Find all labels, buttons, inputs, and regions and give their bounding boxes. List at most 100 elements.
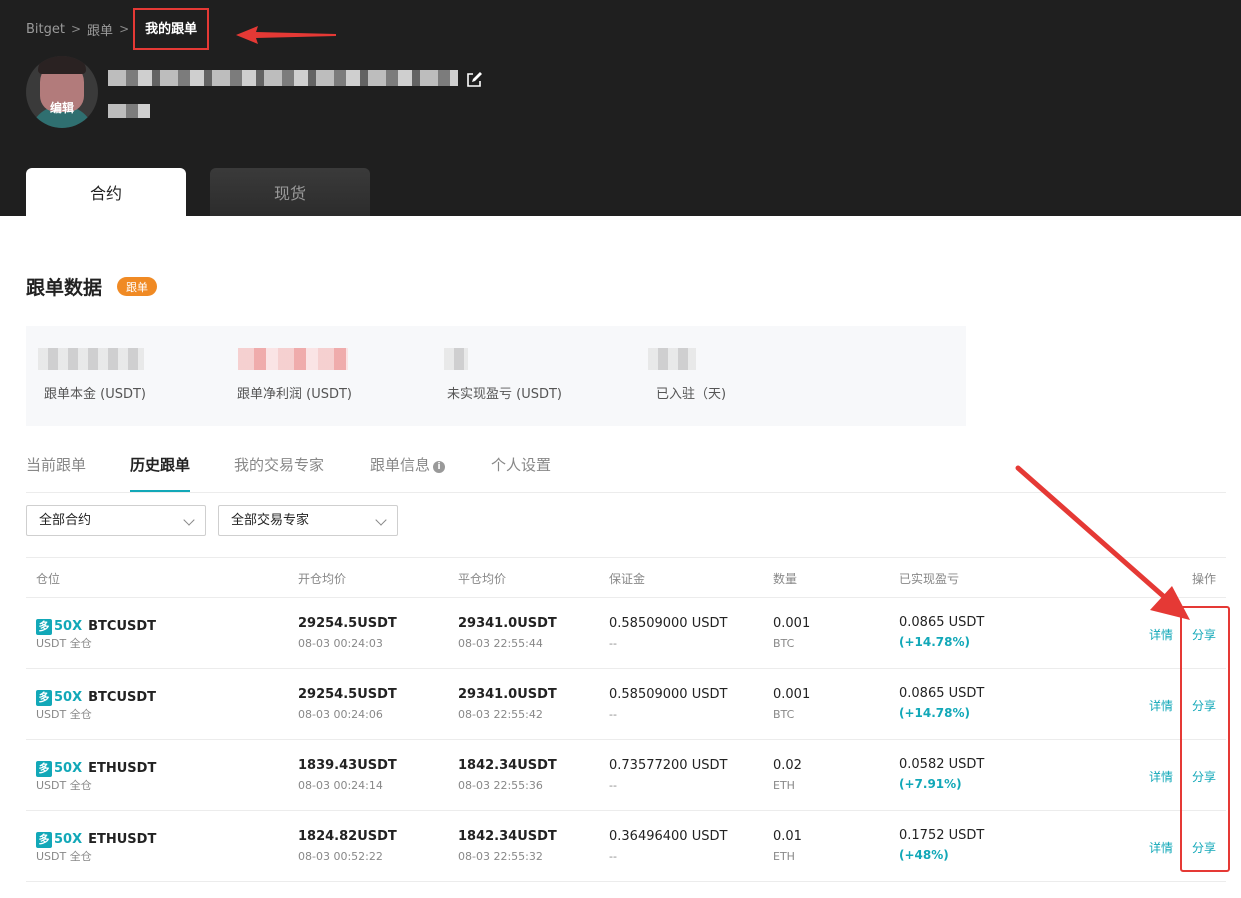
open-price: 29254.5USDT bbox=[298, 616, 397, 631]
redacted-stat-value bbox=[38, 348, 144, 370]
margin-value: 0.36496400 USDT bbox=[609, 829, 728, 844]
breadcrumb: Bitget > 跟单 > 我的跟单 bbox=[26, 8, 210, 50]
margin-sub: -- bbox=[609, 779, 617, 792]
tab-spot[interactable]: 现货 bbox=[210, 168, 370, 216]
open-price: 29254.5USDT bbox=[298, 687, 397, 702]
stats-panel bbox=[26, 326, 966, 426]
detail-link[interactable]: 详情 bbox=[1149, 839, 1173, 856]
quantity: 0.001 bbox=[773, 687, 811, 702]
column-header: 数量 bbox=[773, 572, 798, 586]
column-header: 仓位 bbox=[36, 572, 61, 586]
symbol: BTCUSDT bbox=[88, 619, 157, 634]
tab-copy-info[interactable]: 跟单信息 i bbox=[370, 454, 446, 492]
annotation-arrow-icon bbox=[1015, 465, 1190, 620]
breadcrumb-parent[interactable]: 跟单 bbox=[87, 20, 113, 39]
close-time: 08-03 22:55:36 bbox=[458, 779, 543, 792]
position-cell: 多 50X ETHUSDT bbox=[36, 757, 156, 777]
info-icon: i bbox=[433, 461, 446, 473]
realized-pnl: 0.0582 USDT bbox=[899, 757, 985, 772]
section-title: 跟单数据 bbox=[26, 277, 103, 299]
margin-value: 0.73577200 USDT bbox=[609, 758, 728, 773]
open-price: 1824.82USDT bbox=[298, 829, 397, 844]
margin-mode: USDT 全仓 bbox=[36, 850, 92, 863]
quantity-unit: BTC bbox=[773, 637, 795, 650]
margin-sub: -- bbox=[609, 850, 617, 863]
close-time: 08-03 22:55:44 bbox=[458, 637, 543, 650]
margin-value: 0.58509000 USDT bbox=[609, 687, 728, 702]
close-time: 08-03 22:55:42 bbox=[458, 708, 543, 721]
tab-current-copy[interactable]: 当前跟单 bbox=[26, 454, 86, 492]
column-header: 平仓均价 bbox=[458, 572, 507, 586]
symbol: ETHUSDT bbox=[88, 832, 157, 847]
leverage: 50X bbox=[54, 832, 83, 847]
realized-pnl-percent: (+48%) bbox=[899, 848, 949, 862]
realized-pnl: 0.0865 USDT bbox=[899, 615, 985, 630]
long-tag: 多 bbox=[36, 832, 52, 848]
close-price: 29341.0USDT bbox=[458, 687, 557, 702]
realized-pnl-percent: (+7.91%) bbox=[899, 777, 962, 791]
quantity: 0.02 bbox=[773, 758, 802, 773]
quantity-unit: ETH bbox=[773, 850, 795, 863]
long-tag: 多 bbox=[36, 761, 52, 777]
leverage: 50X bbox=[54, 619, 83, 634]
leverage: 50X bbox=[54, 690, 83, 705]
column-header: 保证金 bbox=[609, 572, 646, 586]
contract-filter-select[interactable]: 全部合约 bbox=[26, 505, 206, 536]
margin-sub: -- bbox=[609, 708, 617, 721]
open-time: 08-03 00:24:14 bbox=[298, 779, 383, 792]
tab-history-copy[interactable]: 历史跟单 bbox=[130, 454, 191, 492]
stat-label: 跟单本金 (USDT) bbox=[44, 387, 146, 402]
quantity-unit: BTC bbox=[773, 708, 795, 721]
stat-label: 跟单净利润 (USDT) bbox=[237, 387, 352, 402]
open-time: 08-03 00:52:22 bbox=[298, 850, 383, 863]
open-time: 08-03 00:24:06 bbox=[298, 708, 383, 721]
close-price: 1842.34USDT bbox=[458, 829, 557, 844]
close-price: 29341.0USDT bbox=[458, 616, 557, 631]
column-header: 开仓均价 bbox=[298, 572, 347, 586]
tab-contract[interactable]: 合约 bbox=[26, 168, 186, 216]
redacted-user-id bbox=[108, 104, 150, 118]
redacted-stat-value bbox=[444, 348, 468, 370]
breadcrumb-home[interactable]: Bitget bbox=[26, 22, 65, 37]
margin-mode: USDT 全仓 bbox=[36, 708, 92, 721]
annotation-arrow-icon bbox=[236, 26, 336, 44]
stat-label: 已入驻（天) bbox=[656, 387, 727, 402]
chevron-down-icon bbox=[183, 514, 195, 526]
realized-pnl: 0.0865 USDT bbox=[899, 686, 985, 701]
tab-personal-settings[interactable]: 个人设置 bbox=[491, 454, 551, 492]
tab-my-experts[interactable]: 我的交易专家 bbox=[234, 454, 324, 492]
margin-sub: -- bbox=[609, 637, 617, 650]
avatar[interactable]: 编辑 bbox=[26, 56, 98, 128]
stat-label: 未实现盈亏 (USDT) bbox=[447, 387, 562, 402]
breadcrumb-current: 我的跟单 bbox=[133, 8, 210, 50]
margin-mode: USDT 全仓 bbox=[36, 779, 92, 792]
detail-link[interactable]: 详情 bbox=[1149, 768, 1173, 785]
copy-badge: 跟单 bbox=[117, 277, 157, 296]
chevron-right-icon: > bbox=[70, 22, 82, 36]
close-price: 1842.34USDT bbox=[458, 758, 557, 773]
realized-pnl-percent: (+14.78%) bbox=[899, 635, 971, 649]
detail-link[interactable]: 详情 bbox=[1149, 697, 1173, 714]
close-time: 08-03 22:55:32 bbox=[458, 850, 543, 863]
redacted-username bbox=[108, 70, 458, 86]
expert-filter-select[interactable]: 全部交易专家 bbox=[218, 505, 398, 536]
long-tag: 多 bbox=[36, 690, 52, 706]
avatar-edit-label: 编辑 bbox=[49, 101, 74, 115]
chevron-down-icon bbox=[375, 514, 387, 526]
realized-pnl-percent: (+14.78%) bbox=[899, 706, 971, 720]
margin-mode: USDT 全仓 bbox=[36, 637, 92, 650]
position-cell: 多 50X ETHUSDT bbox=[36, 828, 156, 848]
position-cell: 多 50X BTCUSDT bbox=[36, 686, 156, 706]
edit-icon[interactable] bbox=[466, 72, 482, 88]
long-tag: 多 bbox=[36, 619, 52, 635]
leverage: 50X bbox=[54, 761, 83, 776]
table-row: 多 50X BTCUSDT USDT 全仓 29254.5USDT 08-03 00:24… bbox=[26, 669, 1226, 740]
realized-pnl: 0.1752 USDT bbox=[899, 828, 985, 843]
table-row: 多 50X ETHUSDT USDT 全仓 1824.82USDT 08-03 00:52… bbox=[26, 811, 1226, 882]
chevron-right-icon: > bbox=[119, 22, 130, 36]
quantity: 0.001 bbox=[773, 616, 811, 631]
detail-link[interactable]: 详情 bbox=[1149, 626, 1173, 643]
margin-value: 0.58509000 USDT bbox=[609, 616, 728, 631]
column-header: 已实现盈亏 bbox=[899, 572, 960, 586]
quantity-unit: ETH bbox=[773, 779, 795, 792]
